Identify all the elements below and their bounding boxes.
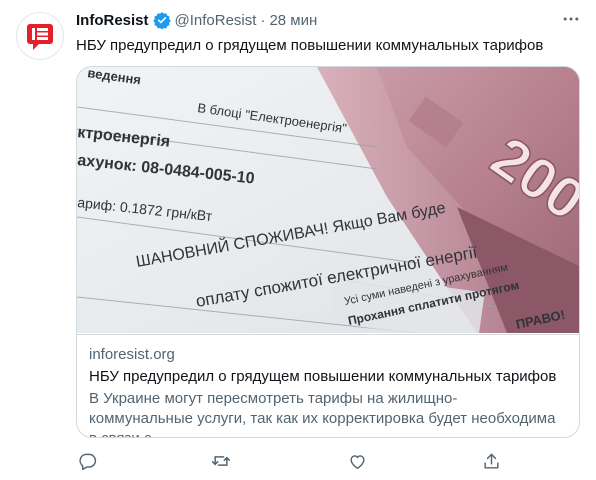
card-body: inforesist.org НБУ предупредил о грядуще… [77,334,579,437]
separator-dot: · [260,11,266,29]
card-title: НБУ предупредил о грядущем повышении ком… [89,368,557,385]
like-icon[interactable] [346,450,368,472]
link-card[interactable]: 200 ведення В блоці "Електроенергія" ктр… [76,66,580,438]
tweet-timestamp[interactable]: 28 мин [269,12,317,29]
more-options-icon[interactable] [560,8,582,30]
avatar[interactable] [16,12,64,60]
share-icon[interactable] [480,450,502,472]
tweet-header: InfoResist @InfoResist · 28 мин [76,10,317,30]
card-description: В Украине могут пересмотреть тарифы на ж… [89,390,556,437]
verified-badge-icon [152,11,171,29]
inforesist-logo-icon [27,24,53,50]
author-handle[interactable]: @InfoResist [175,12,257,29]
card-domain: inforesist.org [89,346,175,363]
retweet-icon[interactable] [210,450,232,472]
tweet-actions [76,450,516,474]
author-name[interactable]: InfoResist [76,12,149,29]
reply-icon[interactable] [76,450,98,472]
card-image: 200 ведення В блоці "Електроенергія" ктр… [77,67,579,333]
tweet[interactable]: InfoResist @InfoResist · 28 мин НБУ пред… [0,0,596,480]
tweet-text: НБУ предупредил о грядущем повышении ком… [76,37,544,54]
